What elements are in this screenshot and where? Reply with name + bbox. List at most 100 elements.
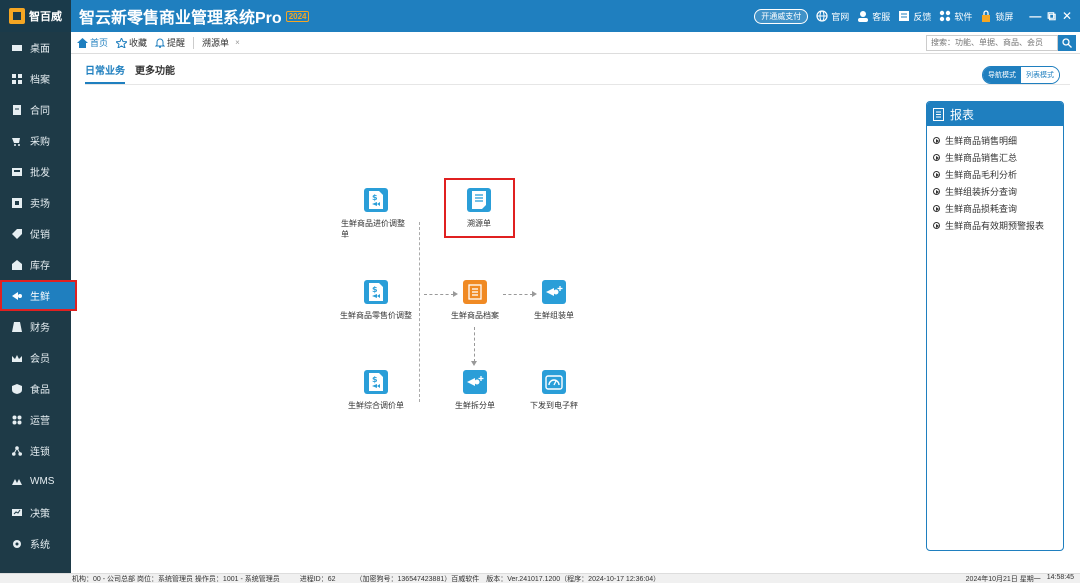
store-icon [12,197,22,208]
status-org: 机构：00 - 公司总部 [72,575,136,583]
sidebar-item-system[interactable]: 系统 [0,528,71,559]
report-item-label: 生鲜商品销售明细 [945,136,1018,146]
sidebar-item-desktop[interactable]: 桌面 [0,32,71,63]
report-item-label: 生鲜商品有效期预警报表 [945,221,1045,231]
minimize-button[interactable]: — [1029,9,1041,24]
play-circle-icon [933,154,940,161]
report-item[interactable]: 生鲜商品有效期预警报表 [933,217,1057,234]
contract-icon [12,104,22,115]
report-icon [933,107,944,121]
report-list: 生鲜商品销售明细 生鲜商品销售汇总 生鲜商品毛利分析 生鲜组装拆分查询 生鲜商品… [927,126,1063,240]
sidebar-item-wholesale[interactable]: 批发 [0,156,71,187]
status-date: 2024年10月21日 星期一 [965,575,1041,583]
pay-button[interactable]: 开通威支付 [754,8,809,24]
lock-link[interactable]: 锁屏 [980,10,1013,23]
report-header: 报表 [927,102,1063,126]
report-item[interactable]: 生鲜组装拆分查询 [933,183,1057,200]
sidebar-item-finance[interactable]: 财务 [0,311,71,342]
sidebar-item-promotion[interactable]: 促销 [0,218,71,249]
sidebar-item-purchase[interactable]: 采购 [0,125,71,156]
system-icon [12,539,22,549]
status-post: 岗位：系统管理员 [136,575,193,583]
sidebar-item-fresh[interactable]: 生鲜 [0,280,77,311]
node-label: 生鲜商品档案 [451,311,499,320]
purchase-icon [12,136,22,146]
node-split[interactable]: 生鲜拆分单 [452,370,498,411]
app-title-text: 智云新零售商业管理系统Pro [79,10,282,27]
svg-text:$: $ [372,285,378,294]
website-link[interactable]: 官网 [816,10,849,23]
apps-icon [940,10,951,22]
tab-favorite[interactable]: 收藏 [116,36,147,49]
node-goods-archive[interactable]: 生鲜商品档案 [446,280,504,321]
list-mode-button[interactable]: 列表模式 [1021,67,1059,83]
subtab-daily[interactable]: 日常业务 [85,62,125,84]
node-assembly[interactable]: 生鲜组装单 [530,280,578,321]
sidebar-item-operation[interactable]: 运营 [0,404,71,435]
search-input[interactable] [926,34,1058,51]
operation-icon [12,415,22,425]
tab-close-icon[interactable]: × [235,38,240,47]
wms-icon [12,477,22,487]
sidebar-item-archive[interactable]: 档案 [0,63,71,94]
svg-text:$: $ [372,193,378,202]
node-scale[interactable]: 下发到电子秤 [528,370,580,411]
report-item[interactable]: 生鲜商品损耗查询 [933,200,1057,217]
support-link[interactable]: 客服 [857,10,890,23]
logo-text: 智百威 [29,11,62,23]
sidebar-item-label: 运营 [30,416,50,427]
sidebar-item-label: 促销 [30,230,50,241]
play-circle-icon [933,222,940,229]
sidebar-item-chain[interactable]: 连锁 [0,435,71,466]
report-item[interactable]: 生鲜商品销售汇总 [933,149,1057,166]
node-label: 生鲜综合调价单 [348,401,404,410]
report-item[interactable]: 生鲜商品毛利分析 [933,166,1057,183]
sidebar-item-label: 卖场 [30,199,50,210]
nav-mode-button[interactable]: 导航模式 [983,67,1021,83]
subtab-more[interactable]: 更多功能 [135,62,175,84]
status-org-post-operator: 机构：00 - 公司总部 岗位：系统管理员 操作员：1001 - 系统管理员 [72,574,280,583]
node-combined-price[interactable]: $ 生鲜综合调价单 [346,370,406,411]
sidebar-item-store[interactable]: 卖场 [0,187,71,218]
sidebar-item-inventory[interactable]: 库存 [0,249,71,280]
node-trace[interactable]: 溯源单 [454,188,504,229]
food-icon [12,383,22,394]
svg-text:$: $ [372,375,378,384]
tab-home[interactable]: 首页 [77,36,108,49]
node-retail-price-adjust[interactable]: $ 生鲜商品零售价调整 [338,280,414,321]
star-icon [116,37,128,48]
search-button[interactable] [1058,34,1076,51]
sidebar-item-contract[interactable]: 合同 [0,94,71,125]
feedback-link[interactable]: 反馈 [898,10,931,23]
node-label: 生鲜商品零售价调整 [340,311,412,320]
member-icon [12,353,22,363]
node-purchase-price-adjust[interactable]: $ 生鲜商品进价调整单 [341,188,411,240]
feedback-icon [899,11,910,21]
tab-bar: 首页 收藏 提醒 溯源单 × [71,32,1080,54]
apps-link[interactable]: 软件 [939,10,972,23]
fish-split-icon [463,370,487,394]
node-label: 溯源单 [467,219,491,228]
tab-trace[interactable]: 溯源单 × [202,36,240,49]
status-time: 14:58:45 [1046,573,1074,581]
document-icon [467,188,491,212]
close-button[interactable]: ✕ [1062,9,1072,24]
home-icon [77,37,88,48]
inventory-icon [12,259,22,270]
sidebar-item-food[interactable]: 食品 [0,373,71,404]
connector-to-assembly [503,294,533,295]
sidebar-item-label: 财务 [30,323,50,334]
report-item[interactable]: 生鲜商品销售明细 [933,132,1057,149]
sidebar-item-label: 合同 [30,106,50,117]
apps-label: 软件 [954,11,973,22]
sidebar-item-wms[interactable]: WMS [0,466,71,497]
top-bar: 智百威 智云新零售商业管理系统Pro 2024 开通威支付 官网 客服 反馈 软… [0,0,1080,32]
play-circle-icon [933,137,940,144]
tab-remind[interactable]: 提醒 [155,36,185,49]
sidebar-item-decision[interactable]: 决策 [0,497,71,528]
sub-tabs: 日常业务 更多功能 [85,62,175,84]
sidebar-item-label: WMS [30,476,55,487]
support-icon [858,11,869,22]
sidebar-item-member[interactable]: 会员 [0,342,71,373]
restore-button[interactable]: ⧉ [1047,9,1056,24]
